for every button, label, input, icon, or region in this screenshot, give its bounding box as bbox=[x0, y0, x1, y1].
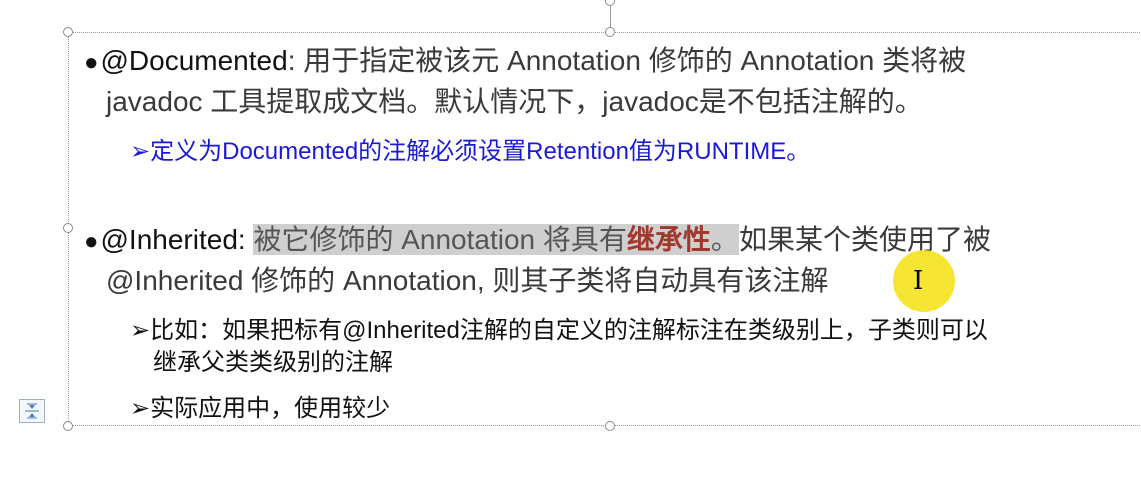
inherited-sub1-line2: 继承父类类级别的注解 bbox=[153, 349, 393, 376]
cursor-highlight-circle bbox=[893, 250, 955, 312]
inherited-desc-line1: 如果某个类使用了被 bbox=[738, 224, 991, 255]
selected-text-keyword: 继承性 bbox=[626, 224, 711, 255]
selected-text[interactable]: 被它修饰的 Annotation 将具有继承性。 bbox=[253, 224, 739, 255]
bullet-documented-line1: ●@Documented: 用于指定被该元 Annotation 修饰的 Ann… bbox=[84, 44, 966, 80]
selected-text-part1: 被它修饰的 Annotation 将具有 bbox=[253, 224, 627, 255]
inherited-sub2-text: 实际应用中，使用较少 bbox=[150, 395, 391, 422]
inherited-desc-line2: @Inherited 修饰的 Annotation, 则其子类将自动具有该注解 bbox=[106, 265, 829, 296]
inherited-tag: @Inherited bbox=[100, 224, 238, 255]
text-cursor-icon: I bbox=[913, 266, 924, 296]
documented-desc-line1: : 用于指定被该元 Annotation 修饰的 Annotation 类将被 bbox=[287, 45, 967, 76]
layout-options-icon bbox=[25, 403, 39, 419]
resize-handle-bottom-left[interactable] bbox=[63, 421, 73, 431]
arrow-bullet-icon: ➢ bbox=[130, 395, 151, 422]
resize-handle-top-center[interactable] bbox=[605, 27, 615, 37]
bullet-icon: ● bbox=[84, 228, 99, 255]
bullet-inherited-line1: ●@Inherited: 被它修饰的 Annotation 将具有继承性。如果某… bbox=[84, 223, 991, 259]
arrow-bullet-icon: ➢ bbox=[130, 138, 151, 165]
rotate-handle[interactable] bbox=[605, 0, 615, 6]
resize-handle-bottom-center[interactable] bbox=[605, 421, 615, 431]
resize-handle-middle-left[interactable] bbox=[63, 223, 73, 233]
documented-sub-text: 定义为Documented的注解必须设置Retention值为RUNTIME。 bbox=[150, 138, 811, 165]
documented-sub-item: ➢定义为Documented的注解必须设置Retention值为RUNTIME。 bbox=[130, 137, 810, 167]
inherited-sub-item-2: ➢实际应用中，使用较少 bbox=[130, 394, 390, 424]
layout-options-button[interactable] bbox=[19, 399, 45, 423]
documented-desc-line2: javadoc 工具提取成文档。默认情况下，javadoc是不包括注解的。 bbox=[106, 86, 923, 117]
resize-handle-top-left[interactable] bbox=[63, 27, 73, 37]
inherited-sub1-line1: 比如：如果把标有@Inherited注解的自定义的注解标注在类级别上，子类则可以 bbox=[150, 317, 988, 344]
selected-text-period: 。 bbox=[710, 224, 739, 255]
inherited-sub-item-1: ➢比如：如果把标有@Inherited注解的自定义的注解标注在类级别上，子类则可… bbox=[130, 316, 988, 346]
arrow-bullet-icon: ➢ bbox=[130, 317, 151, 344]
bullet-icon: ● bbox=[84, 49, 99, 76]
documented-tag: @Documented bbox=[100, 45, 288, 76]
inherited-colon: : bbox=[237, 224, 254, 255]
